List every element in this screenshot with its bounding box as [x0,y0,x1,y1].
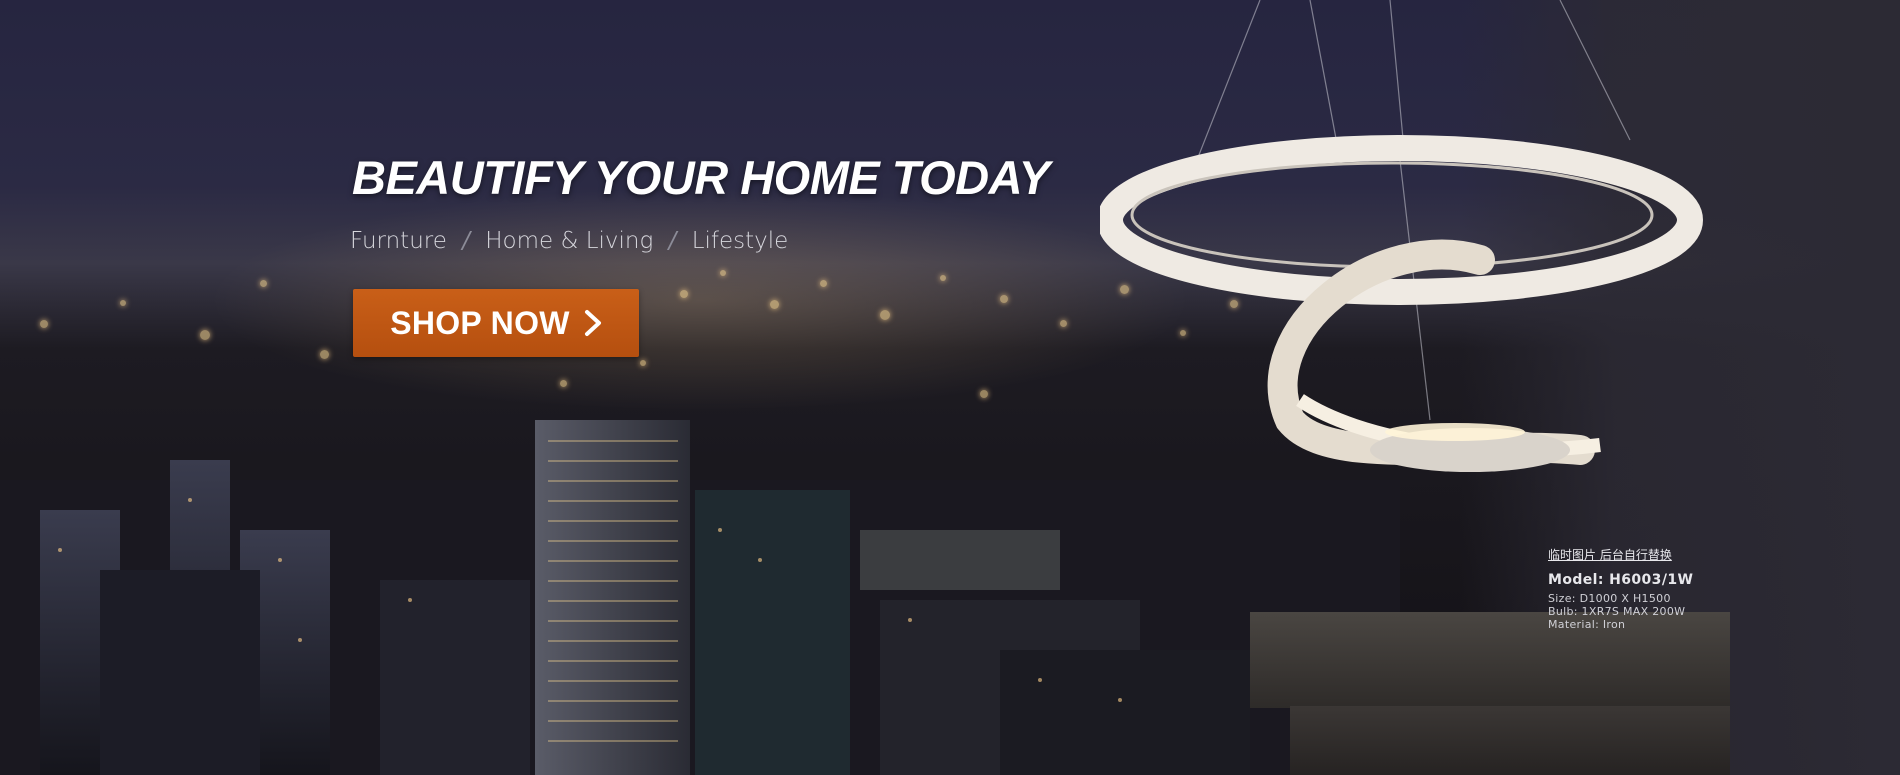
product-material: Material: Iron [1548,618,1626,631]
category-separator: / [462,228,470,254]
wood-shelf-base [1290,706,1730,775]
category-links: Furnture / Home & Living / Lifestyle [350,228,788,254]
category-link-furniture[interactable]: Furnture [350,228,447,254]
pendant-lamp-image [1100,0,1703,472]
shop-now-label: SHOP NOW [390,304,570,341]
category-link-lifestyle[interactable]: Lifestyle [692,228,789,254]
product-bulb: Bulb: 1XR7S MAX 200W [1548,605,1686,618]
product-size: Size: D1000 X H1500 [1548,592,1671,605]
hero-headline: BEAUTIFY YOUR HOME TODAY [352,151,1050,204]
hero-banner: BEAUTIFY YOUR HOME TODAY Furnture / Home… [0,0,1900,775]
placeholder-image-note: 临时图片 后台自行替换 [1548,548,1672,562]
category-separator: / [668,228,677,254]
product-spec: 临时图片 后台自行替换 Model: H6003/1W Size: D1000 … [1548,546,1693,631]
product-model: Model: H6003/1W [1548,572,1694,588]
chevron-right-icon [584,310,601,336]
category-link-home-living[interactable]: Home & Living [485,228,653,254]
shop-now-button[interactable]: SHOP NOW [353,289,639,357]
